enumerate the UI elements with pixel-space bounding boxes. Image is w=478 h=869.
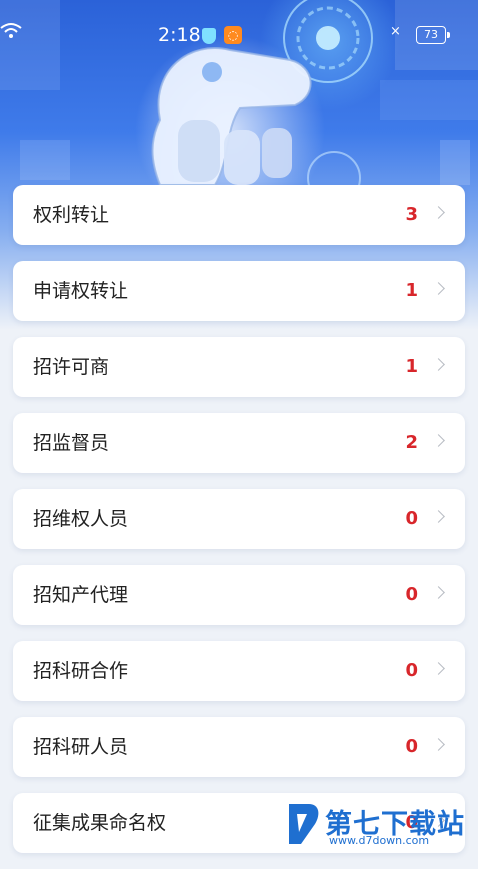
- item-label: 招科研人员: [33, 736, 129, 758]
- item-count: 0: [405, 660, 418, 681]
- list-item-researchers[interactable]: 招科研人员 0: [13, 717, 465, 777]
- site-watermark: 第七下载站 www.d7down.com: [285, 800, 478, 850]
- chevron-right-icon: [432, 586, 445, 599]
- item-count: 1: [405, 280, 418, 301]
- status-bar: 2:18 ◌ × 73: [0, 22, 478, 50]
- status-time: 2:18: [158, 24, 201, 46]
- item-label: 征集成果命名权: [33, 812, 167, 834]
- app-notification-icon: ◌: [224, 26, 242, 44]
- wifi-icon: [0, 23, 22, 38]
- item-label: 招监督员: [33, 432, 110, 454]
- chevron-right-icon: [432, 510, 445, 523]
- d7-logo-icon: [289, 804, 319, 844]
- chevron-right-icon: [432, 738, 445, 751]
- chevron-right-icon: [432, 206, 445, 219]
- list-item-rights-protection-staff[interactable]: 招维权人员 0: [13, 489, 465, 549]
- item-count: 1: [405, 356, 418, 377]
- chevron-right-icon: [432, 282, 445, 295]
- list-item-licensees[interactable]: 招许可商 1: [13, 337, 465, 397]
- item-label: 申请权转让: [33, 280, 129, 302]
- list-item-supervisors[interactable]: 招监督员 2: [13, 413, 465, 473]
- battery-icon: 73: [416, 26, 450, 44]
- item-count: 3: [405, 204, 418, 225]
- list-item-rights-transfer[interactable]: 权利转让 3: [13, 185, 465, 245]
- no-signal-icon: ×: [390, 24, 401, 39]
- item-label: 招许可商: [33, 356, 110, 378]
- item-label: 权利转让: [33, 204, 110, 226]
- item-label: 招维权人员: [33, 508, 129, 530]
- shield-icon: [202, 28, 216, 44]
- item-count: 2: [405, 432, 418, 453]
- chevron-right-icon: [432, 662, 445, 675]
- item-label: 招科研合作: [33, 660, 129, 682]
- list-item-application-transfer[interactable]: 申请权转让 1: [13, 261, 465, 321]
- list-item-ip-agents[interactable]: 招知产代理 0: [13, 565, 465, 625]
- chevron-right-icon: [432, 434, 445, 447]
- category-list: 权利转让 3 申请权转让 1 招许可商 1 招监督员 2 招维权人员 0 招知产…: [13, 185, 465, 869]
- item-count: 0: [405, 584, 418, 605]
- watermark-url: www.d7down.com: [329, 834, 430, 847]
- item-count: 0: [405, 736, 418, 757]
- item-label: 招知产代理: [33, 584, 129, 606]
- item-count: 0: [405, 508, 418, 529]
- list-item-research-cooperation[interactable]: 招科研合作 0: [13, 641, 465, 701]
- chevron-right-icon: [432, 358, 445, 371]
